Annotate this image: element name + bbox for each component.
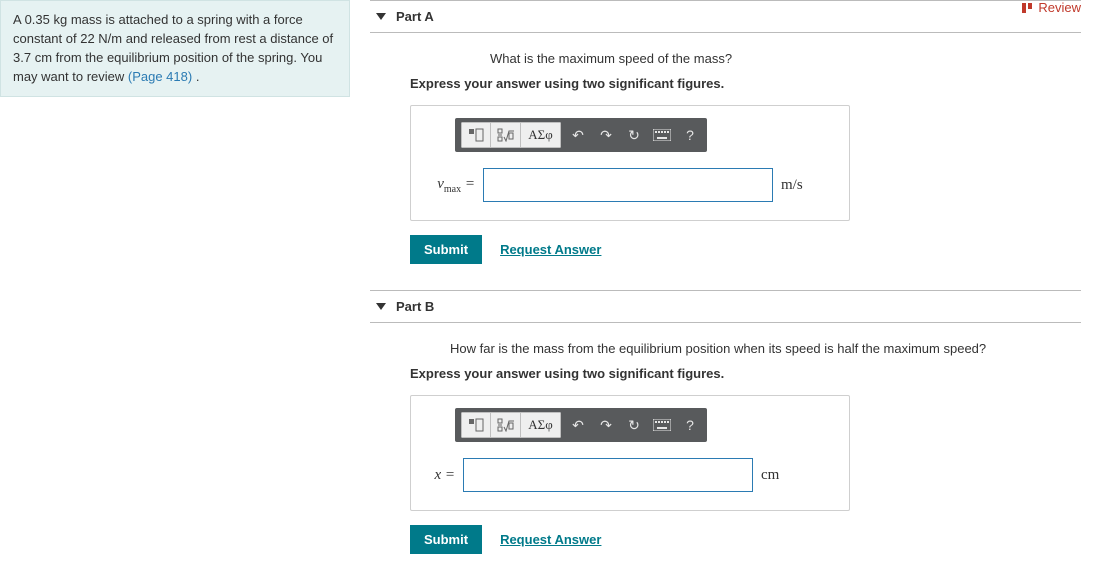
chevron-down-icon bbox=[376, 13, 386, 20]
part-b-instruction: Express your answer using two significan… bbox=[410, 366, 1081, 381]
equation-toolbar: ΑΣφ ↶ ↷ ↻ ? bbox=[455, 408, 707, 442]
fraction-sqrt-icon[interactable] bbox=[491, 122, 521, 148]
reset-icon[interactable]: ↻ bbox=[623, 124, 645, 146]
variable-label-vmax: vmax = bbox=[425, 176, 475, 195]
part-a-instruction: Express your answer using two significan… bbox=[410, 76, 1081, 91]
unit-label-cm: cm bbox=[761, 467, 779, 484]
page-link[interactable]: (Page 418) bbox=[128, 69, 192, 84]
fraction-sqrt-icon[interactable] bbox=[491, 412, 521, 438]
unit-label-ms: m/s bbox=[781, 177, 803, 194]
undo-icon[interactable]: ↶ bbox=[567, 414, 589, 436]
part-b-header[interactable]: Part B bbox=[370, 291, 1081, 323]
part-a-question: What is the maximum speed of the mass? bbox=[490, 51, 1081, 66]
template-icon[interactable] bbox=[461, 412, 491, 438]
part-b-answer-block: ΑΣφ ↶ ↷ ↻ ? x = cm bbox=[410, 395, 850, 511]
part-a: Part A What is the maximum speed of the … bbox=[370, 0, 1081, 264]
reset-icon[interactable]: ↻ bbox=[623, 414, 645, 436]
sidebar: A 0.35 kg mass is attached to a spring w… bbox=[0, 0, 350, 580]
template-icon[interactable] bbox=[461, 122, 491, 148]
submit-button[interactable]: Submit bbox=[410, 235, 482, 264]
part-b-title: Part B bbox=[396, 299, 434, 314]
variable-label-x: x = bbox=[425, 467, 455, 484]
undo-icon[interactable]: ↶ bbox=[567, 124, 589, 146]
help-icon[interactable]: ? bbox=[679, 124, 701, 146]
redo-icon[interactable]: ↷ bbox=[595, 124, 617, 146]
review-flag-icon bbox=[1022, 3, 1034, 13]
equation-toolbar: ΑΣφ ↶ ↷ ↻ ? bbox=[455, 118, 707, 152]
answer-input-vmax[interactable] bbox=[483, 168, 773, 202]
problem-statement: A 0.35 kg mass is attached to a spring w… bbox=[0, 0, 350, 97]
main-content: Part A What is the maximum speed of the … bbox=[370, 0, 1093, 580]
greek-letters-button[interactable]: ΑΣφ bbox=[521, 412, 561, 438]
chevron-down-icon bbox=[376, 303, 386, 310]
answer-input-x[interactable] bbox=[463, 458, 753, 492]
review-link[interactable]: Review bbox=[1022, 0, 1081, 15]
review-label: Review bbox=[1038, 0, 1081, 15]
request-answer-link[interactable]: Request Answer bbox=[500, 242, 601, 257]
part-a-answer-block: ΑΣφ ↶ ↷ ↻ ? vmax = m/s bbox=[410, 105, 850, 221]
part-b: Part B How far is the mass from the equi… bbox=[370, 290, 1081, 554]
keyboard-icon[interactable] bbox=[651, 414, 673, 436]
part-b-question: How far is the mass from the equilibrium… bbox=[450, 341, 1081, 356]
part-a-title: Part A bbox=[396, 9, 434, 24]
keyboard-icon[interactable] bbox=[651, 124, 673, 146]
redo-icon[interactable]: ↷ bbox=[595, 414, 617, 436]
help-icon[interactable]: ? bbox=[679, 414, 701, 436]
part-a-header[interactable]: Part A bbox=[370, 1, 1081, 33]
greek-letters-button[interactable]: ΑΣφ bbox=[521, 122, 561, 148]
